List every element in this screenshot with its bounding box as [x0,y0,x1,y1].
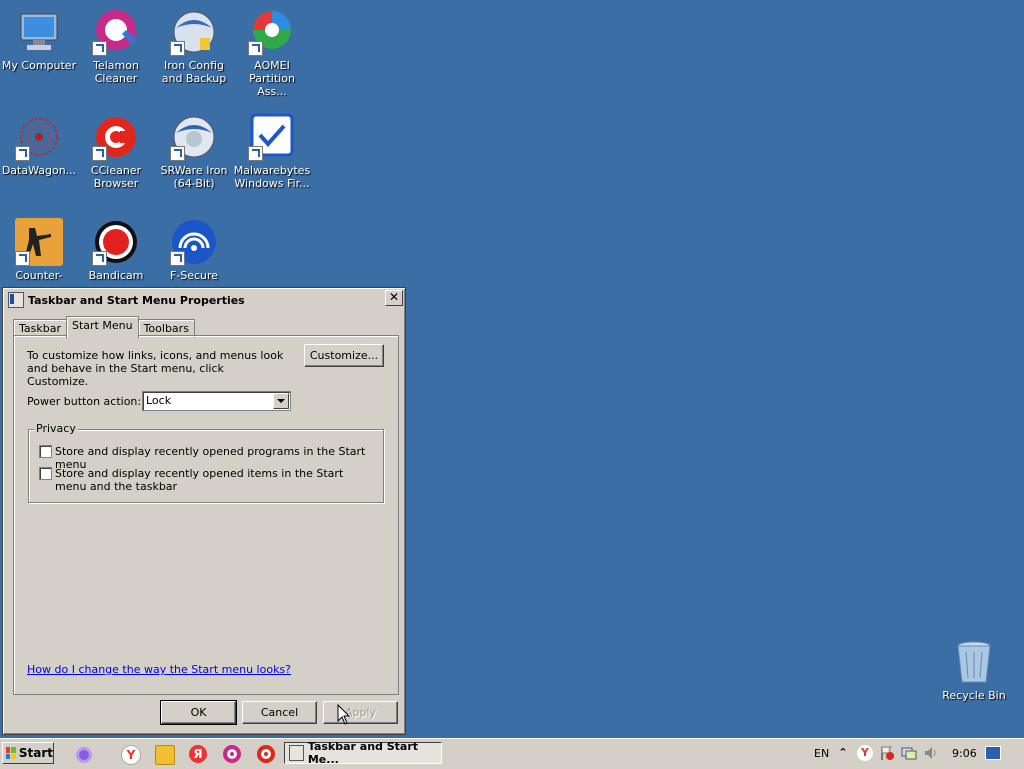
apply-button[interactable]: Apply [323,701,398,724]
start-menu-panel: To customize how links, icons, and menus… [13,335,399,695]
desktop-icon-malwarebytes-firewall[interactable]: Malwarebytes Windows Fir... [233,113,311,190]
system-tray: ⌃ Y 9:06 [832,742,1022,764]
cortana-quicklaunch-icon[interactable] [76,747,92,763]
privacy-legend: Privacy [34,422,78,435]
desktop-icon-counter-strike[interactable]: Counter-Strike Global Off... [0,218,78,282]
yandex-browser-quicklaunch-icon[interactable]: Y [121,745,141,765]
taskbar: Start Y Я Taskbar and Start Me... EN ⌃ Y… [0,738,1024,769]
clock[interactable]: 9:06 [952,747,977,760]
desktop-icon-ccleaner-browser[interactable]: CCleaner Browser [77,113,155,190]
taskbar-properties-icon [289,745,304,761]
icon-label: CCleaner Browser [90,164,142,190]
icon-label: My Computer [1,59,77,72]
task-button-taskbar-properties[interactable]: Taskbar and Start Me... [284,740,442,766]
telamon-cleaner-icon [92,8,140,56]
dialog-titlebar[interactable]: Taskbar and Start Menu Properties [6,291,402,309]
volume-icon[interactable] [923,745,939,761]
media-player-quicklaunch-icon[interactable] [155,745,175,765]
counter-strike-icon [15,218,63,266]
desktop-icon-telamon-cleaner[interactable]: Telamon Cleaner [77,8,155,85]
yandex-quicklaunch-icon[interactable]: Я [189,745,207,763]
icon-label: Iron Config and Backup [161,59,227,85]
desktop-icon-bandicam[interactable]: Bandicam [77,218,155,282]
icon-label: Counter-Strike Global Off... [15,269,63,282]
help-link[interactable]: How do I change the way the Start menu l… [27,663,291,676]
malwarebytes-icon [248,113,296,161]
tab-start-menu[interactable]: Start Menu [66,316,139,339]
close-button[interactable]: ✕ [385,290,403,306]
dialog-title: Taskbar and Start Menu Properties [28,293,245,307]
desktop-icon-recycle-bin[interactable]: Recycle Bin [935,638,1013,702]
ccleaner-quicklaunch-icon[interactable] [257,745,275,763]
icon-label: Telamon Cleaner [93,59,139,85]
desktop-icon-srware-iron[interactable]: SRWare Iron (64-Bit) [155,113,233,190]
icon-label: F-Secure Freedome VPN [169,269,219,282]
taskbar-properties-icon [8,292,24,308]
icon-label: Malwarebytes Windows Fir... [233,164,311,190]
desktop-icon-iron-config[interactable]: Iron Config and Backup [155,8,233,85]
aomei-icon [248,8,296,56]
mouse-cursor-icon [337,704,351,725]
task-button-label: Taskbar and Start Me... [307,740,419,766]
action-center-flag-icon[interactable] [879,745,895,761]
freedome-icon [170,218,218,266]
desktop-icon-aomei[interactable]: AOMEI Partition Ass... [233,8,311,98]
desktop-icon-my-computer[interactable]: My Computer [0,8,78,72]
customize-description: To customize how links, icons, and menus… [27,349,284,388]
icon-label: DataWagon... [1,164,77,177]
recycle-bin-icon [950,638,998,686]
ccleaner-browser-icon [92,113,140,161]
cancel-button[interactable]: Cancel [242,701,317,724]
start-label: Start [18,746,53,760]
iron-config-icon [170,8,218,56]
computer-icon [15,8,63,56]
show-hidden-icons-chevron-icon[interactable]: ⌃ [835,745,851,761]
power-button-label: Power button action: [27,395,142,408]
taskbar-properties-dialog: Taskbar and Start Menu Properties ✕ Task… [2,287,406,735]
desktop-icon-datawagon[interactable]: DataWagon... [0,113,78,177]
language-indicator[interactable]: EN [814,747,829,760]
icon-label: Recycle Bin [942,689,1006,702]
power-button-select[interactable]: Lock [142,391,291,411]
windows-logo-icon [6,747,16,759]
recent-items-checkbox[interactable] [39,467,52,480]
power-button-value: Lock [146,394,172,407]
bandicam-icon [92,218,140,266]
icon-label: AOMEI Partition Ass... [249,59,295,98]
datawagon-icon [15,113,63,161]
customize-button[interactable]: Customize... [304,344,384,367]
telamon-quicklaunch-icon[interactable] [223,745,241,763]
recent-programs-checkbox[interactable] [39,445,52,458]
start-button[interactable]: Start [2,742,54,764]
ok-button[interactable]: OK [160,700,237,725]
chevron-down-icon[interactable] [273,393,289,409]
icon-label: SRWare Iron (64-Bit) [160,164,228,190]
desktop-icon-fsecure-freedome[interactable]: F-Secure Freedome VPN [155,218,233,282]
yandex-tray-icon[interactable]: Y [857,745,873,761]
recent-items-label[interactable]: Store and display recently opened items … [55,467,365,493]
network-icon[interactable] [901,745,917,761]
srware-iron-icon [170,113,218,161]
show-desktop-icon[interactable] [984,746,1001,760]
icon-label: Bandicam [88,269,144,282]
